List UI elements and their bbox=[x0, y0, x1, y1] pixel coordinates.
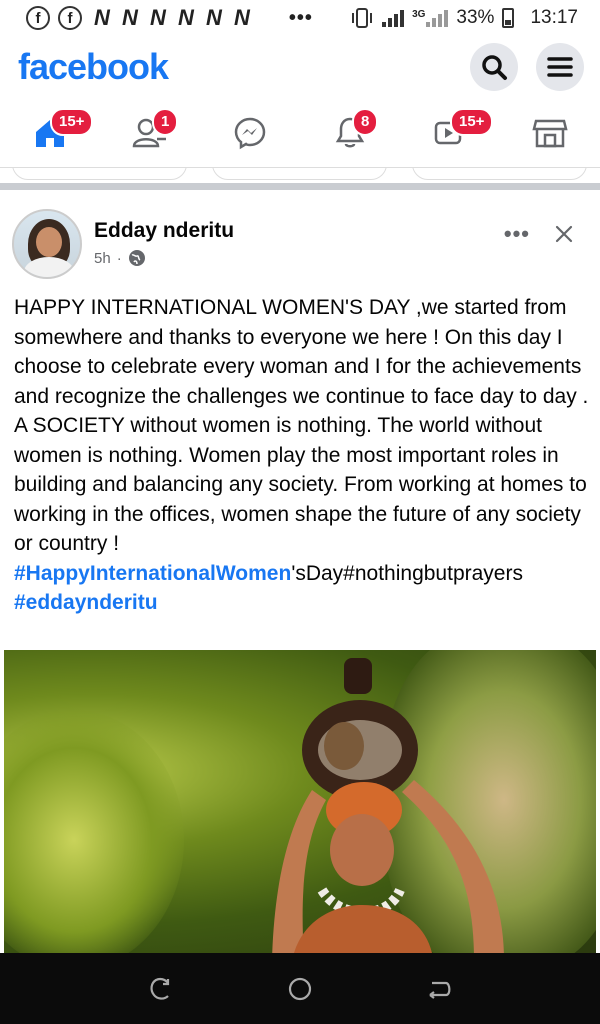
menu-button[interactable] bbox=[536, 43, 584, 91]
battery-icon bbox=[502, 8, 515, 28]
tab-friends[interactable]: 1 bbox=[100, 98, 200, 167]
stories-strip bbox=[0, 168, 600, 190]
facebook-logo[interactable]: facebook bbox=[18, 46, 169, 88]
search-icon bbox=[482, 55, 507, 80]
tab-notifications[interactable]: 8 bbox=[300, 98, 400, 167]
tab-marketplace[interactable] bbox=[500, 98, 600, 167]
post-more-icon[interactable]: ••• bbox=[504, 221, 530, 247]
network-type: 3G bbox=[412, 9, 426, 20]
battery-percent: 33% bbox=[456, 7, 495, 28]
notification-letters: N N N N N N bbox=[94, 5, 253, 30]
system-nav-bar bbox=[0, 953, 600, 1024]
app-header: facebook bbox=[0, 36, 600, 98]
home-nav-icon[interactable] bbox=[286, 975, 314, 1003]
home-badge: 15+ bbox=[50, 108, 94, 136]
story-card[interactable] bbox=[212, 168, 387, 180]
feed-post: Edday nderitu 5h · ••• HAPPY INTERNATION… bbox=[0, 197, 600, 953]
post-time[interactable]: 5h bbox=[94, 250, 111, 267]
messenger-icon bbox=[234, 117, 266, 149]
globe-icon bbox=[128, 250, 145, 266]
search-button[interactable] bbox=[470, 43, 518, 91]
vibrate-icon bbox=[352, 8, 373, 28]
hashtag-link[interactable]: #eddaynderitu bbox=[14, 591, 158, 614]
hamburger-menu-icon bbox=[547, 57, 573, 77]
shop-icon bbox=[532, 119, 568, 147]
back-icon[interactable] bbox=[426, 975, 454, 1003]
story-card[interactable] bbox=[12, 168, 187, 180]
post-photo[interactable] bbox=[4, 650, 596, 953]
hashtag-link[interactable]: #HappyInternationalWomen bbox=[14, 562, 291, 585]
signal-icon bbox=[382, 9, 405, 27]
avatar[interactable] bbox=[12, 209, 82, 279]
friends-badge: 1 bbox=[152, 108, 179, 136]
separator-dot: · bbox=[116, 249, 122, 267]
recent-apps-icon[interactable] bbox=[146, 975, 174, 1003]
post-text: HAPPY INTERNATIONAL WOMEN'S DAY ,we star… bbox=[14, 296, 589, 555]
post-body: HAPPY INTERNATIONAL WOMEN'S DAY ,we star… bbox=[14, 293, 592, 618]
woman-carrying-pot-image bbox=[272, 658, 504, 953]
more-notifications-icon: ••• bbox=[288, 6, 313, 29]
tab-watch[interactable]: 15+ bbox=[400, 98, 500, 167]
watch-badge: 15+ bbox=[450, 108, 494, 136]
tab-home[interactable]: 15+ bbox=[0, 98, 100, 167]
facebook-notification-icon: f bbox=[26, 6, 50, 30]
hashtag-text: 'sDay#nothingbutprayers bbox=[291, 561, 523, 585]
signal-2-icon bbox=[426, 9, 449, 27]
clock: 13:17 bbox=[530, 7, 578, 28]
close-icon[interactable] bbox=[554, 224, 574, 244]
status-bar: f f N N N N N N ••• 3G 33% 13:17 bbox=[0, 0, 600, 36]
tab-messenger[interactable] bbox=[200, 98, 300, 167]
story-card[interactable] bbox=[412, 168, 587, 180]
post-author[interactable]: Edday nderitu bbox=[94, 219, 234, 243]
notifications-badge: 8 bbox=[352, 108, 379, 136]
facebook-notification-icon: f bbox=[58, 6, 82, 30]
main-nav: 15+ 1 8 15+ bbox=[0, 98, 600, 168]
